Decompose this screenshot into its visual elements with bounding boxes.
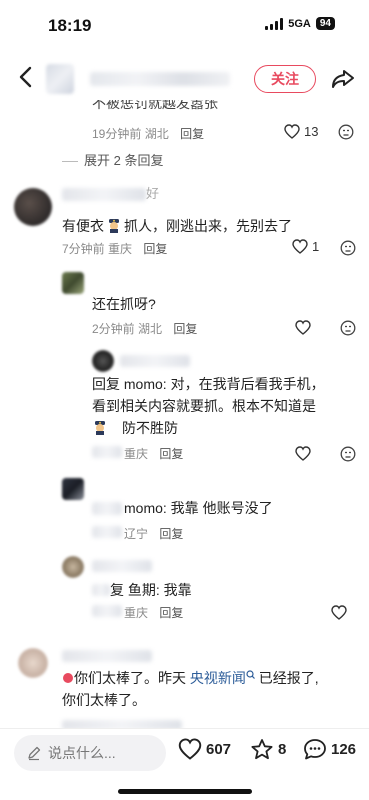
like-button[interactable]: 13 xyxy=(284,124,318,139)
comment-meta: 2分钟前 湖北 回复 xyxy=(92,320,197,337)
comment-time: 7分钟前 xyxy=(62,242,105,256)
comment-region: 重庆 xyxy=(108,242,133,256)
time-blurred xyxy=(92,605,122,617)
dislike-face-icon[interactable] xyxy=(340,240,356,256)
like-button[interactable]: 1 xyxy=(292,239,319,254)
bottom-action-bar: 说点什么... 607 8 126 xyxy=(0,728,369,800)
comment-input[interactable]: 说点什么... xyxy=(14,735,166,771)
comment-text-line2: 你们太棒了。 xyxy=(62,692,146,708)
comment-count: 126 xyxy=(331,741,357,758)
comment-region: 辽宁 xyxy=(124,527,149,541)
favorite-count: 8 xyxy=(278,741,287,758)
comment-text-line1: 回复 momo: 对，在我背后看我手机， xyxy=(92,376,325,392)
status-time: 18:19 xyxy=(48,16,92,35)
username-blurred[interactable] xyxy=(62,650,152,662)
reply-link[interactable]: 回复 xyxy=(180,127,204,141)
heart-icon[interactable] xyxy=(295,320,311,335)
reply-link[interactable]: 回复 xyxy=(173,322,197,336)
reply-link[interactable]: 回复 xyxy=(143,242,167,256)
text-blurred xyxy=(92,584,110,596)
heart-icon[interactable] xyxy=(331,605,347,620)
follow-button[interactable]: 关注 xyxy=(254,65,316,93)
heart-icon[interactable] xyxy=(295,446,311,461)
expand-label: 展开 2 条回复 xyxy=(84,153,164,168)
comment-text-line1: 你们太棒了。昨天 央视新闻 已经报了, xyxy=(62,668,319,688)
comment-input-placeholder: 说点什么... xyxy=(48,745,116,761)
comment-text-line2: 看到相关内容就要抓。根本不知道是 xyxy=(92,398,316,414)
home-indicator xyxy=(118,789,252,794)
comment-list: 不被惩罚就越发嚣张 19分钟前 湖北 回复 13 展开 2 条回复 好 有便衣抓… xyxy=(0,100,369,728)
status-bar: 18:19 5GA 94 xyxy=(0,0,369,52)
pencil-icon xyxy=(28,746,41,761)
reply-link[interactable]: 回复 xyxy=(159,606,183,620)
dislike-face-icon[interactable] xyxy=(340,446,356,462)
username-blurred[interactable] xyxy=(92,560,152,572)
network-label: 5GA xyxy=(288,17,311,30)
username-blurred[interactable] xyxy=(92,502,122,515)
comment-region: 湖北 xyxy=(138,322,163,336)
favorite-button[interactable]: 8 xyxy=(250,738,286,761)
time-blurred xyxy=(92,446,122,458)
meta-blurred xyxy=(62,720,182,728)
comment-time: 19分钟前 xyxy=(92,127,142,141)
comment-text: 复 鱼期: 我靠 xyxy=(110,582,192,598)
divider xyxy=(62,161,78,163)
comment-region: 重庆 xyxy=(124,447,149,461)
like-count: 1 xyxy=(312,239,320,254)
like-count: 607 xyxy=(206,740,232,758)
comment-meta: 19分钟前 湖北 回复 xyxy=(92,125,204,142)
signal-icon xyxy=(265,17,284,30)
police-emoji-icon xyxy=(109,219,119,233)
author-name-blurred[interactable] xyxy=(90,72,230,86)
comment-bubble-icon xyxy=(304,739,326,760)
like-button[interactable]: 607 xyxy=(178,738,231,760)
comment-region: 重庆 xyxy=(124,606,149,620)
search-icon[interactable] xyxy=(246,670,255,679)
comment-button[interactable]: 126 xyxy=(303,738,356,761)
username-blurred[interactable] xyxy=(62,188,146,201)
like-count: 13 xyxy=(304,124,319,139)
comment-meta: 7分钟前 重庆 回复 xyxy=(62,240,167,257)
comment-text: 还在抓呀? xyxy=(92,296,156,312)
avatar[interactable] xyxy=(62,478,84,500)
heart-icon xyxy=(178,738,202,760)
dislike-face-icon[interactable] xyxy=(338,124,354,140)
police-emoji-icon xyxy=(95,421,105,435)
avatar[interactable] xyxy=(18,648,48,678)
reply-link[interactable]: 回复 xyxy=(159,447,183,461)
share-icon[interactable] xyxy=(330,66,356,92)
comment-text: 不被惩罚就越发嚣张 xyxy=(92,100,218,111)
comment-time: 2分钟前 xyxy=(92,322,135,336)
avatar[interactable] xyxy=(62,272,84,294)
post-header: 关注 xyxy=(0,56,369,102)
dislike-face-icon[interactable] xyxy=(340,320,356,336)
avatar[interactable] xyxy=(14,188,52,226)
comment-meta: 重庆 回复 xyxy=(124,604,183,621)
username-tail: 好 xyxy=(146,186,160,201)
expand-replies-button[interactable]: 展开 2 条回复 xyxy=(62,150,163,169)
comment-region: 湖北 xyxy=(144,127,169,141)
username-blurred[interactable] xyxy=(120,355,190,367)
comment-text: 有便衣 抓人，刚逃出来，先别去了 xyxy=(62,218,292,234)
comment-meta: 重庆 回复 xyxy=(124,445,183,462)
heart-icon xyxy=(292,239,308,254)
comment-text-line3: 防不胜防 xyxy=(92,418,178,438)
back-arrow-icon[interactable] xyxy=(14,62,38,92)
author-avatar[interactable] xyxy=(46,64,74,94)
avatar[interactable] xyxy=(92,350,114,372)
comment-meta: 辽宁 回复 xyxy=(124,525,183,542)
mention-link[interactable]: 央视新闻 xyxy=(190,670,246,686)
star-icon xyxy=(251,739,273,760)
comment-text: momo: 我靠 他账号没了 xyxy=(124,500,273,516)
avatar[interactable] xyxy=(62,556,84,578)
time-blurred xyxy=(92,526,122,538)
status-icons: 5GA 94 xyxy=(265,17,335,30)
battery-badge: 94 xyxy=(315,17,335,30)
heart-icon xyxy=(284,124,300,139)
emoji-icon xyxy=(63,673,73,683)
reply-link[interactable]: 回复 xyxy=(159,527,183,541)
